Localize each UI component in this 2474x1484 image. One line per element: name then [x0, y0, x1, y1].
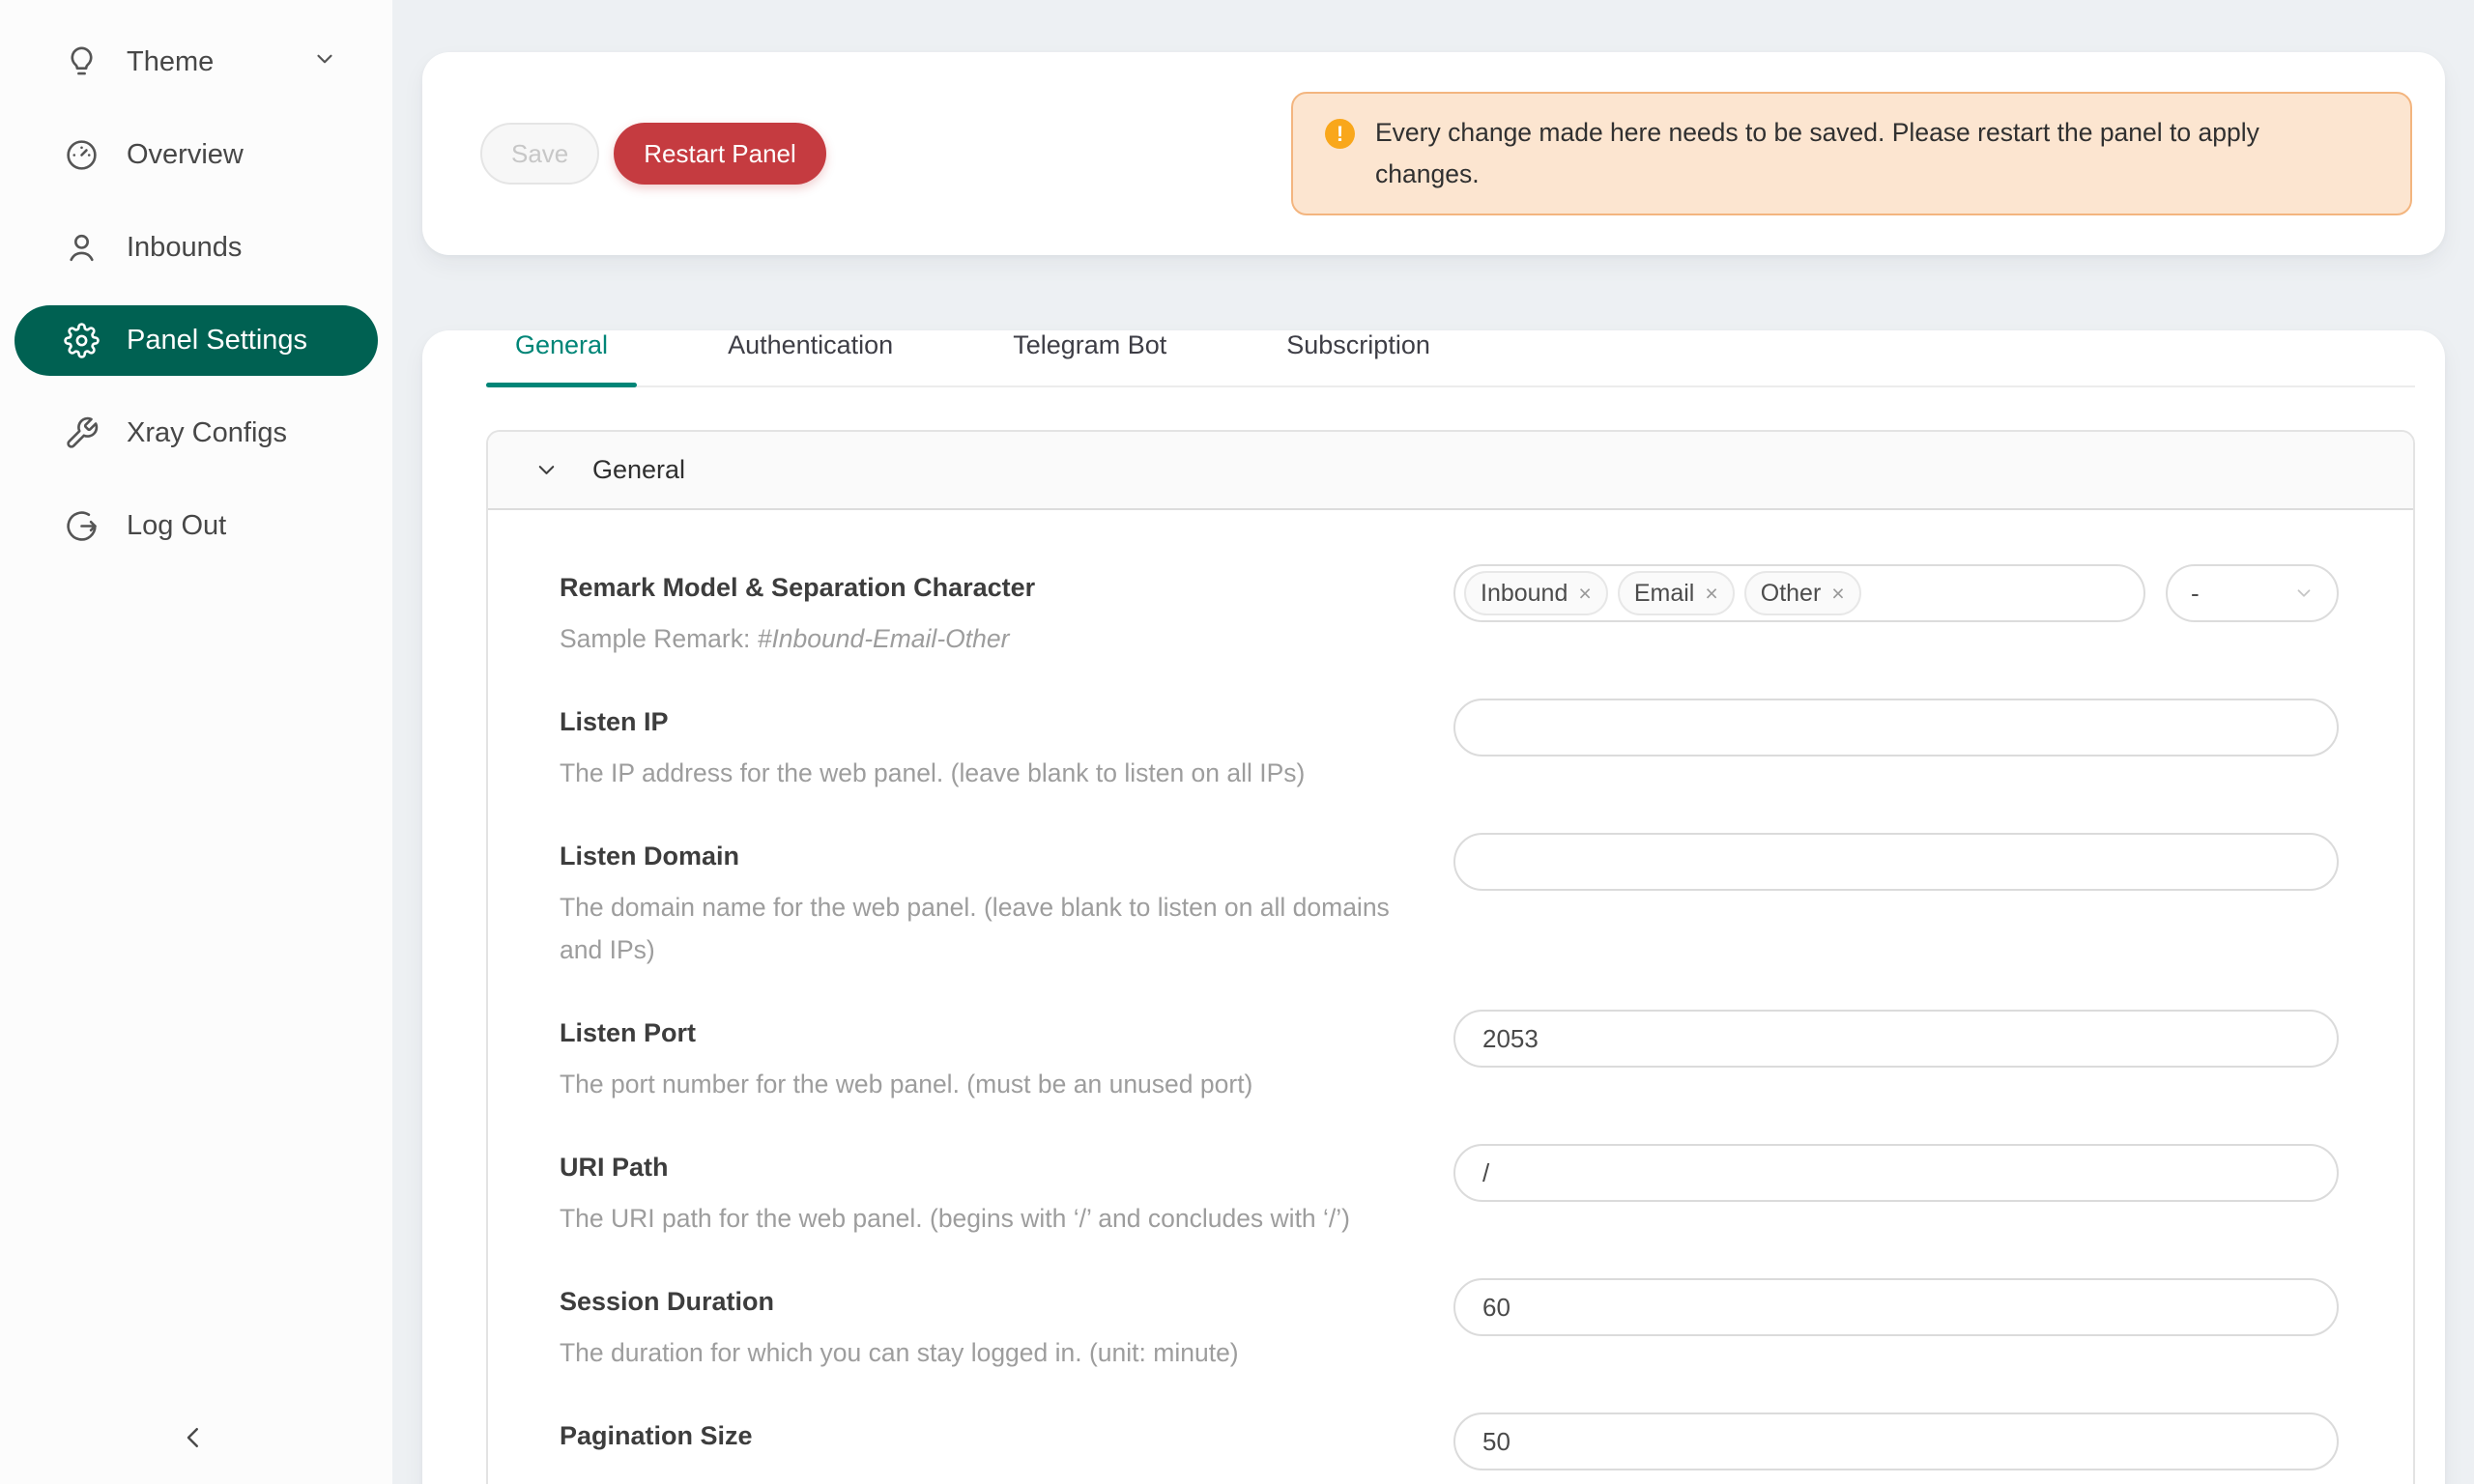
session-duration-description: The duration for which you can stay logg… — [560, 1331, 1407, 1374]
tag-email: Email × — [1618, 571, 1735, 615]
sidebar-item-panel-settings[interactable]: Panel Settings — [14, 305, 378, 376]
uri-path-description: The URI path for the web panel. (begins … — [560, 1197, 1407, 1240]
listen-domain-description: The domain name for the web panel. (leav… — [560, 886, 1407, 971]
general-settings-form: Remark Model & Separation Character Samp… — [488, 510, 2413, 1484]
listen-domain-input[interactable] — [1453, 833, 2339, 891]
separation-character-value: - — [2191, 579, 2200, 609]
sidebar-item-log-out[interactable]: Log Out — [14, 491, 378, 561]
form-row-uri-path: URI Path The URI path for the web panel.… — [560, 1144, 2339, 1240]
remove-tag-icon[interactable]: × — [1831, 583, 1844, 605]
pagination-size-label: Pagination Size — [560, 1414, 1407, 1457]
sidebar-item-label: Xray Configs — [127, 417, 287, 449]
warning-icon: ! — [1325, 119, 1355, 149]
general-collapse-panel: General Remark Model & Separation Charac… — [486, 430, 2415, 1484]
session-duration-input[interactable] — [1453, 1278, 2339, 1336]
tab-telegram-bot[interactable]: Telegram Bot — [984, 330, 1195, 385]
alert-message: Every change made here needs to be saved… — [1375, 112, 2332, 195]
pagination-size-input[interactable] — [1453, 1413, 2339, 1470]
sidebar-collapse-button[interactable] — [172, 1416, 215, 1459]
uri-path-label: URI Path — [560, 1146, 1407, 1188]
chevron-down-icon — [2293, 583, 2315, 604]
sidebar-item-theme[interactable]: Theme — [14, 27, 378, 98]
sidebar-item-label: Log Out — [127, 510, 226, 542]
remove-tag-icon[interactable]: × — [1705, 583, 1717, 605]
sidebar-item-label: Overview — [127, 139, 244, 171]
chevron-down-icon — [312, 46, 337, 79]
uri-path-input[interactable] — [1453, 1144, 2339, 1202]
sidebar-item-inbounds[interactable]: Inbounds — [14, 213, 378, 283]
remark-model-tag-select[interactable]: Inbound × Email × Other × — [1453, 564, 2145, 622]
listen-domain-label: Listen Domain — [560, 835, 1407, 877]
sidebar-item-label: Panel Settings — [127, 325, 307, 357]
tag-inbound: Inbound × — [1464, 571, 1608, 615]
chevron-left-icon — [179, 1423, 208, 1452]
form-row-session-duration: Session Duration The duration for which … — [560, 1278, 2339, 1374]
listen-ip-label: Listen IP — [560, 700, 1407, 743]
listen-port-input[interactable] — [1453, 1010, 2339, 1068]
gear-icon — [64, 323, 100, 358]
user-icon — [64, 230, 100, 266]
form-row-listen-port: Listen Port The port number for the web … — [560, 1010, 2339, 1105]
form-row-listen-ip: Listen IP The IP address for the web pan… — [560, 699, 2339, 794]
collapse-title: General — [592, 455, 685, 485]
restart-panel-button[interactable]: Restart Panel — [614, 123, 826, 185]
sidebar-item-label: Theme — [127, 46, 214, 78]
chevron-down-icon — [533, 457, 560, 483]
listen-ip-input[interactable] — [1453, 699, 2339, 756]
logout-icon — [64, 508, 100, 544]
sidebar-item-label: Inbounds — [127, 232, 242, 264]
tag-other: Other × — [1744, 571, 1861, 615]
wrench-icon — [64, 415, 100, 451]
remark-model-description: Sample Remark: #Inbound-Email-Other — [560, 617, 1407, 660]
remove-tag-icon[interactable]: × — [1578, 583, 1591, 605]
main-content: Save Restart Panel ! Every change made h… — [392, 0, 2474, 1484]
toolbar-card: Save Restart Panel ! Every change made h… — [422, 52, 2445, 255]
tab-general[interactable]: General — [486, 330, 637, 385]
sample-remark-value: #Inbound-Email-Other — [758, 624, 1010, 653]
form-row-remark-model: Remark Model & Separation Character Samp… — [560, 564, 2339, 660]
listen-port-label: Listen Port — [560, 1012, 1407, 1054]
settings-tabs: General Authentication Telegram Bot Subs… — [486, 330, 2415, 387]
tab-authentication[interactable]: Authentication — [699, 330, 922, 385]
listen-port-description: The port number for the web panel. (must… — [560, 1063, 1407, 1105]
listen-ip-description: The IP address for the web panel. (leave… — [560, 752, 1407, 794]
separation-character-select[interactable]: - — [2166, 564, 2339, 622]
save-button[interactable]: Save — [480, 123, 599, 185]
settings-card: General Authentication Telegram Bot Subs… — [422, 330, 2445, 1484]
remark-model-label: Remark Model & Separation Character — [560, 566, 1407, 609]
tab-subscription[interactable]: Subscription — [1257, 330, 1459, 385]
general-collapse-header[interactable]: General — [488, 432, 2413, 510]
form-row-pagination-size: Pagination Size — [560, 1413, 2339, 1470]
sidebar-item-overview[interactable]: Overview — [14, 120, 378, 190]
lightbulb-icon — [64, 44, 100, 80]
restart-warning-alert: ! Every change made here needs to be sav… — [1291, 92, 2412, 215]
sidebar-item-xray-configs[interactable]: Xray Configs — [14, 398, 378, 469]
gauge-icon — [64, 137, 100, 173]
sidebar: Theme Overview Inbounds Panel Settings X… — [0, 0, 392, 1484]
session-duration-label: Session Duration — [560, 1280, 1407, 1323]
form-row-listen-domain: Listen Domain The domain name for the we… — [560, 833, 2339, 971]
